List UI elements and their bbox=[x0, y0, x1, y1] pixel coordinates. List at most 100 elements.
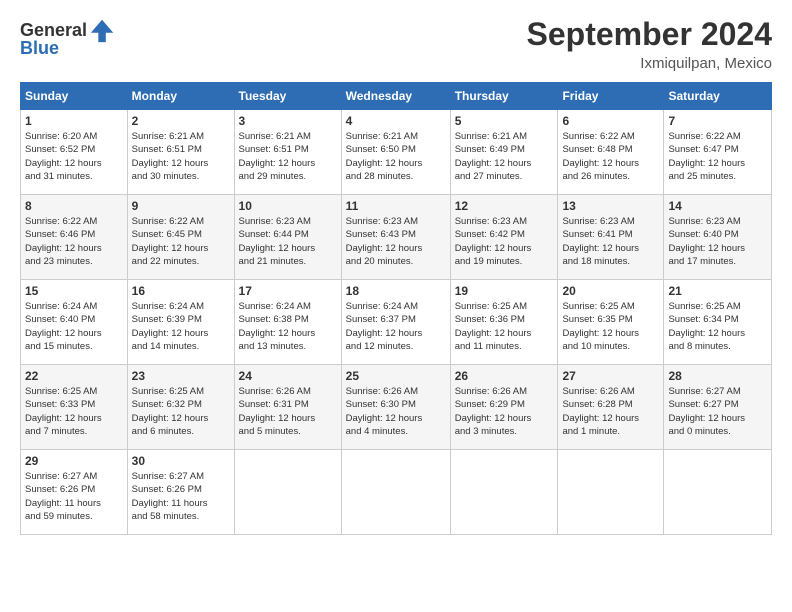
day-info: Sunrise: 6:21 AM Sunset: 6:50 PM Dayligh… bbox=[346, 130, 446, 183]
col-wednesday: Wednesday bbox=[341, 83, 450, 110]
day-cell: 7Sunrise: 6:22 AM Sunset: 6:47 PM Daylig… bbox=[664, 110, 772, 195]
day-info: Sunrise: 6:20 AM Sunset: 6:52 PM Dayligh… bbox=[25, 130, 123, 183]
day-cell: 18 Sunrise: 6:24 AM Sunset: 6:37 PM Dayli… bbox=[341, 280, 450, 365]
day-cell: 22 Sunrise: 6:25 AM Sunset: 6:33 PM Dayli… bbox=[21, 365, 128, 450]
header: General Blue September 2024 Ixmiquilpan,… bbox=[20, 16, 772, 72]
day-cell: 8 Sunrise: 6:22 AM Sunset: 6:46 PM Daylig… bbox=[21, 195, 128, 280]
day-cell: 9Sunrise: 6:22 AM Sunset: 6:45 PM Daylig… bbox=[127, 195, 234, 280]
day-cell: 23 Sunrise: 6:25 AM Sunset: 6:32 PM Dayli… bbox=[127, 365, 234, 450]
day-number: 2 bbox=[132, 114, 230, 128]
day-cell bbox=[450, 450, 558, 535]
day-cell: 10Sunrise: 6:23 AM Sunset: 6:44 PM Dayli… bbox=[234, 195, 341, 280]
week-row-3: 15 Sunrise: 6:24 AM Sunset: 6:40 PM Dayli… bbox=[21, 280, 772, 365]
day-info: Sunrise: 6:25 AM Sunset: 6:32 PM Dayligh… bbox=[132, 385, 230, 438]
day-number: 13 bbox=[562, 199, 659, 213]
day-cell: 16 Sunrise: 6:24 AM Sunset: 6:39 PM Dayli… bbox=[127, 280, 234, 365]
day-cell: 13 Sunrise: 6:23 AM Sunset: 6:41 PM Dayli… bbox=[558, 195, 664, 280]
day-number: 16 bbox=[132, 284, 230, 298]
col-friday: Friday bbox=[558, 83, 664, 110]
week-row-1: 1 Sunrise: 6:20 AM Sunset: 6:52 PM Daylig… bbox=[21, 110, 772, 195]
day-number: 17 bbox=[239, 284, 337, 298]
day-info: Sunrise: 6:24 AM Sunset: 6:39 PM Dayligh… bbox=[132, 300, 230, 353]
day-cell bbox=[558, 450, 664, 535]
col-monday: Monday bbox=[127, 83, 234, 110]
day-number: 4 bbox=[346, 114, 446, 128]
day-info: Sunrise: 6:21 AM Sunset: 6:49 PM Dayligh… bbox=[455, 130, 554, 183]
day-info: Sunrise: 6:26 AM Sunset: 6:31 PM Dayligh… bbox=[239, 385, 337, 438]
page: General Blue September 2024 Ixmiquilpan,… bbox=[0, 0, 792, 612]
day-info: Sunrise: 6:27 AM Sunset: 6:26 PM Dayligh… bbox=[25, 470, 123, 523]
day-cell: 2 Sunrise: 6:21 AM Sunset: 6:51 PM Daylig… bbox=[127, 110, 234, 195]
col-sunday: Sunday bbox=[21, 83, 128, 110]
day-number: 1 bbox=[25, 114, 123, 128]
day-number: 24 bbox=[239, 369, 337, 383]
day-number: 22 bbox=[25, 369, 123, 383]
day-number: 15 bbox=[25, 284, 123, 298]
day-info: Sunrise: 6:21 AM Sunset: 6:51 PM Dayligh… bbox=[132, 130, 230, 183]
day-number: 8 bbox=[25, 199, 123, 213]
day-number: 10 bbox=[239, 199, 337, 213]
title-section: September 2024 Ixmiquilpan, Mexico bbox=[527, 16, 772, 72]
day-number: 27 bbox=[562, 369, 659, 383]
day-number: 21 bbox=[668, 284, 767, 298]
week-row-5: 29 Sunrise: 6:27 AM Sunset: 6:26 PM Dayli… bbox=[21, 450, 772, 535]
day-number: 19 bbox=[455, 284, 554, 298]
day-info: Sunrise: 6:24 AM Sunset: 6:37 PM Dayligh… bbox=[346, 300, 446, 353]
day-cell: 24 Sunrise: 6:26 AM Sunset: 6:31 PM Dayli… bbox=[234, 365, 341, 450]
day-cell: 27 Sunrise: 6:26 AM Sunset: 6:28 PM Dayli… bbox=[558, 365, 664, 450]
day-cell: 11 Sunrise: 6:23 AM Sunset: 6:43 PM Dayli… bbox=[341, 195, 450, 280]
day-cell: 17 Sunrise: 6:24 AM Sunset: 6:38 PM Dayli… bbox=[234, 280, 341, 365]
day-number: 11 bbox=[346, 199, 446, 213]
day-number: 5 bbox=[455, 114, 554, 128]
day-cell: 19 Sunrise: 6:25 AM Sunset: 6:36 PM Dayli… bbox=[450, 280, 558, 365]
day-info: Sunrise: 6:26 AM Sunset: 6:29 PM Dayligh… bbox=[455, 385, 554, 438]
day-cell: 20 Sunrise: 6:25 AM Sunset: 6:35 PM Dayli… bbox=[558, 280, 664, 365]
day-number: 9 bbox=[132, 199, 230, 213]
day-cell: 28Sunrise: 6:27 AM Sunset: 6:27 PM Dayli… bbox=[664, 365, 772, 450]
day-cell: 5 Sunrise: 6:21 AM Sunset: 6:49 PM Daylig… bbox=[450, 110, 558, 195]
day-cell bbox=[234, 450, 341, 535]
month-title: September 2024 bbox=[527, 16, 772, 53]
logo: General Blue bbox=[20, 16, 117, 59]
week-row-4: 22 Sunrise: 6:25 AM Sunset: 6:33 PM Dayli… bbox=[21, 365, 772, 450]
day-cell: 15 Sunrise: 6:24 AM Sunset: 6:40 PM Dayli… bbox=[21, 280, 128, 365]
day-number: 28 bbox=[668, 369, 767, 383]
day-cell: 4 Sunrise: 6:21 AM Sunset: 6:50 PM Daylig… bbox=[341, 110, 450, 195]
day-cell: 14Sunrise: 6:23 AM Sunset: 6:40 PM Dayli… bbox=[664, 195, 772, 280]
day-info: Sunrise: 6:22 AM Sunset: 6:46 PM Dayligh… bbox=[25, 215, 123, 268]
day-info: Sunrise: 6:23 AM Sunset: 6:43 PM Dayligh… bbox=[346, 215, 446, 268]
header-row: Sunday Monday Tuesday Wednesday Thursday… bbox=[21, 83, 772, 110]
day-info: Sunrise: 6:23 AM Sunset: 6:41 PM Dayligh… bbox=[562, 215, 659, 268]
day-info: Sunrise: 6:22 AM Sunset: 6:48 PM Dayligh… bbox=[562, 130, 659, 183]
day-info: Sunrise: 6:27 AM Sunset: 6:26 PM Dayligh… bbox=[132, 470, 230, 523]
day-number: 30 bbox=[132, 454, 230, 468]
day-cell: 1 Sunrise: 6:20 AM Sunset: 6:52 PM Daylig… bbox=[21, 110, 128, 195]
logo-blue: Blue bbox=[20, 38, 59, 59]
day-number: 29 bbox=[25, 454, 123, 468]
col-tuesday: Tuesday bbox=[234, 83, 341, 110]
day-number: 23 bbox=[132, 369, 230, 383]
day-cell: 21 Sunrise: 6:25 AM Sunset: 6:34 PM Dayli… bbox=[664, 280, 772, 365]
day-number: 7 bbox=[668, 114, 767, 128]
calendar: Sunday Monday Tuesday Wednesday Thursday… bbox=[20, 82, 772, 535]
day-info: Sunrise: 6:23 AM Sunset: 6:42 PM Dayligh… bbox=[455, 215, 554, 268]
day-number: 20 bbox=[562, 284, 659, 298]
day-cell bbox=[664, 450, 772, 535]
day-cell bbox=[341, 450, 450, 535]
day-info: Sunrise: 6:25 AM Sunset: 6:35 PM Dayligh… bbox=[562, 300, 659, 353]
day-cell: 3Sunrise: 6:21 AM Sunset: 6:51 PM Daylig… bbox=[234, 110, 341, 195]
day-info: Sunrise: 6:25 AM Sunset: 6:33 PM Dayligh… bbox=[25, 385, 123, 438]
day-info: Sunrise: 6:25 AM Sunset: 6:36 PM Dayligh… bbox=[455, 300, 554, 353]
day-number: 26 bbox=[455, 369, 554, 383]
day-info: Sunrise: 6:25 AM Sunset: 6:34 PM Dayligh… bbox=[668, 300, 767, 353]
day-info: Sunrise: 6:24 AM Sunset: 6:38 PM Dayligh… bbox=[239, 300, 337, 353]
day-cell: 25Sunrise: 6:26 AM Sunset: 6:30 PM Dayli… bbox=[341, 365, 450, 450]
day-number: 3 bbox=[239, 114, 337, 128]
day-info: Sunrise: 6:26 AM Sunset: 6:28 PM Dayligh… bbox=[562, 385, 659, 438]
day-cell: 29 Sunrise: 6:27 AM Sunset: 6:26 PM Dayli… bbox=[21, 450, 128, 535]
day-number: 18 bbox=[346, 284, 446, 298]
location: Ixmiquilpan, Mexico bbox=[527, 55, 772, 72]
col-saturday: Saturday bbox=[664, 83, 772, 110]
day-info: Sunrise: 6:24 AM Sunset: 6:40 PM Dayligh… bbox=[25, 300, 123, 353]
logo-icon bbox=[89, 16, 117, 44]
